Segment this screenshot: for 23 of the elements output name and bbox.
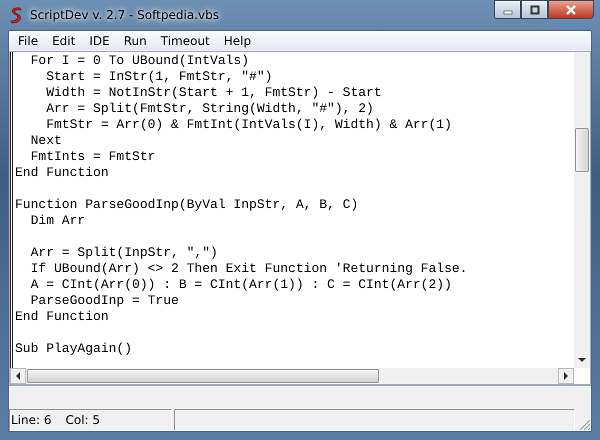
minimize-button[interactable] [494,0,521,19]
vertical-scrollbar[interactable] [574,52,590,368]
scrollbar-thumb[interactable] [575,128,589,172]
left-arrow-icon[interactable] [16,372,20,380]
menu-item[interactable]: Timeout [154,34,217,48]
down-arrow-icon[interactable] [578,358,586,363]
menu-item[interactable]: Run [116,34,154,48]
resize-grip[interactable] [577,417,591,431]
close-icon [565,4,577,14]
line-indicator: Line: 6 [11,413,52,427]
menu-item[interactable]: Edit [45,34,82,48]
column-indicator: Col: 5 [66,413,100,427]
close-button[interactable] [548,0,594,19]
maximize-icon [530,4,540,14]
right-arrow-icon[interactable] [564,372,568,380]
horizontal-scrollbar[interactable] [10,368,574,384]
maximize-button[interactable] [521,0,548,19]
app-icon [8,6,24,24]
menu-item[interactable]: IDE [82,34,117,48]
window-title: ScriptDev v. 2.7 - Softpedia.vbs [30,8,219,22]
menu-item[interactable]: File [11,34,46,48]
menu-item[interactable]: Help [216,34,258,48]
scrollbar-thumb[interactable] [27,369,379,383]
